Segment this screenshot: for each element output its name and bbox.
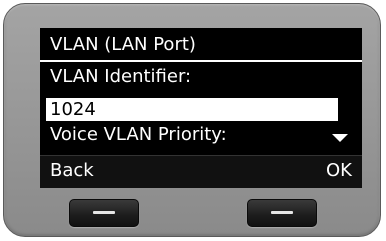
softkey-ok-label[interactable]: OK [326, 160, 352, 182]
display-screen: VLAN (LAN Port) VLAN Identifier: 1024 Vo… [40, 28, 362, 188]
vlan-identifier-field[interactable]: 1024 [46, 98, 338, 121]
title-separator [40, 60, 362, 62]
left-softkey-button[interactable] [69, 199, 139, 227]
triangle-down-icon [332, 134, 348, 142]
screen-title: VLAN (LAN Port) [50, 34, 196, 55]
softkey-bar: Back OK [40, 155, 362, 188]
softkey-back-label[interactable]: Back [50, 160, 94, 182]
minus-icon [271, 211, 293, 214]
phone-device-body: VLAN (LAN Port) VLAN Identifier: 1024 Vo… [3, 3, 381, 237]
voice-vlan-priority-label[interactable]: Voice VLAN Priority: [50, 124, 227, 146]
vlan-identifier-label: VLAN Identifier: [50, 66, 192, 87]
right-softkey-button[interactable] [247, 199, 317, 227]
minus-icon [93, 211, 115, 214]
